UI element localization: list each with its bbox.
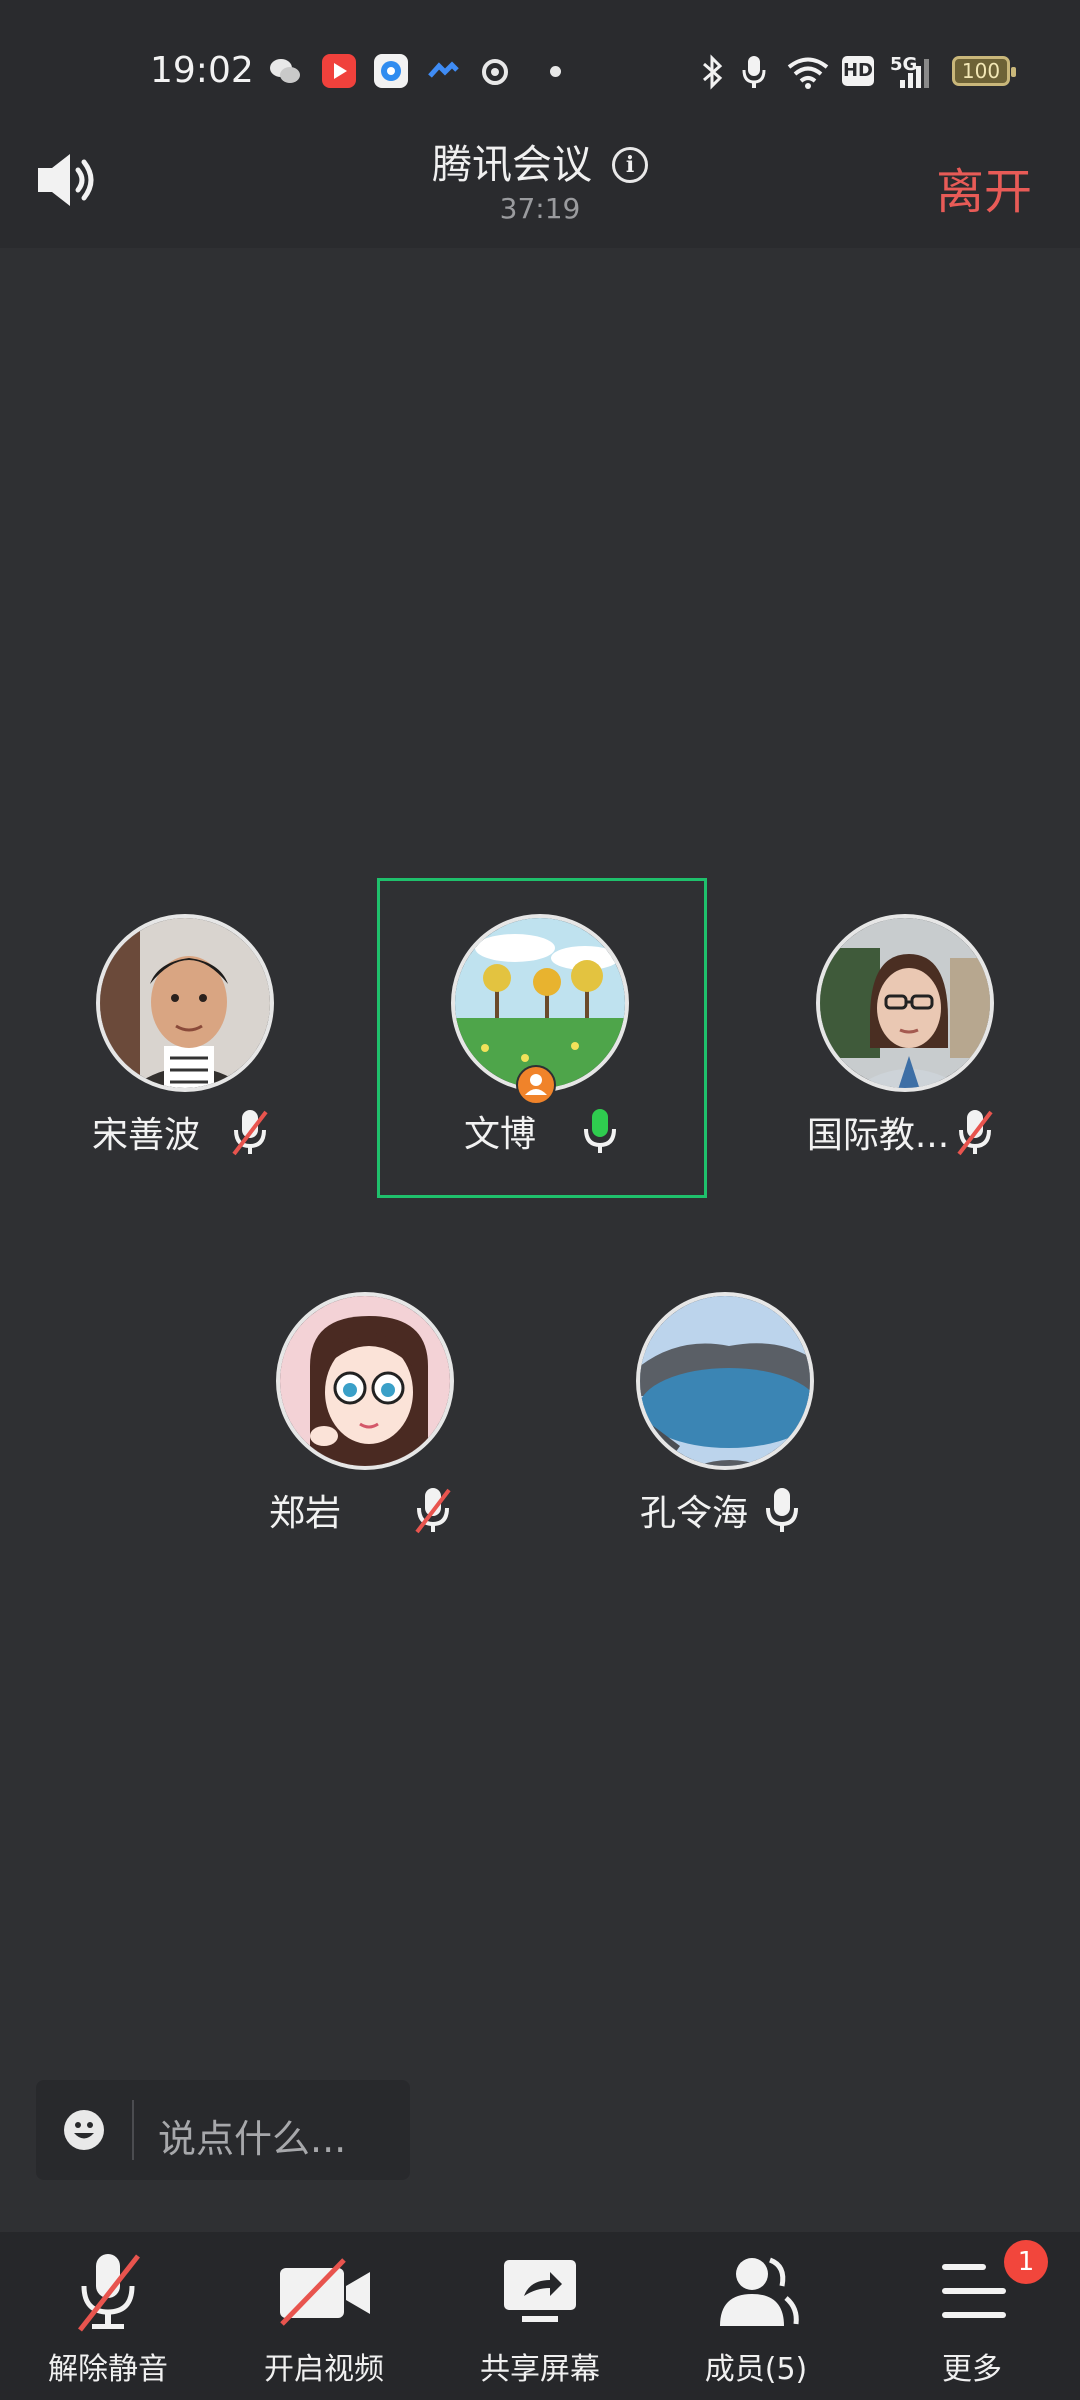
status-bar: 19:02 HD 5G 100 [0, 0, 1080, 140]
participant-name-row: 国际教... [736, 1106, 1066, 1166]
browser-app-icon [374, 54, 408, 88]
chat-input-placeholder[interactable]: 说点什么... [158, 2108, 346, 2163]
info-icon[interactable]: i [612, 147, 648, 183]
leave-button[interactable]: 离开 [936, 152, 1032, 222]
more-notification-badge: 1 [1004, 2240, 1048, 2284]
share-screen-icon [490, 2252, 590, 2332]
mic-speaking-icon [580, 1105, 620, 1157]
participant-tile[interactable]: 郑岩 [196, 1256, 526, 1576]
share-screen-label: 共享屏幕 [480, 2352, 600, 2387]
share-screen-button[interactable]: 共享屏幕 [432, 2232, 648, 2400]
participant-name: 孔令海 [639, 1493, 748, 1534]
meeting-title: 腾讯会议 [432, 142, 592, 188]
hd-icon: HD [842, 56, 874, 86]
host-badge-icon [516, 1065, 556, 1105]
battery-icon: 100 [952, 56, 1016, 86]
microphone-status-icon [740, 54, 768, 98]
participant-name-row: 孔令海 [556, 1484, 886, 1544]
participant-name-row: 宋善波 [16, 1106, 346, 1166]
notification-dot-icon [550, 66, 561, 77]
members-button[interactable]: 成员(5) [648, 2232, 864, 2400]
participant-tile-active[interactable]: 文博 [377, 878, 707, 1198]
video-app-icon [322, 54, 356, 88]
mic-muted-icon [230, 1106, 270, 1158]
unmute-label: 解除静音 [48, 2352, 168, 2387]
mic-muted-icon [58, 2252, 158, 2332]
participant-tile[interactable]: 孔令海 [556, 1256, 886, 1576]
participant-name-row: 郑岩 [196, 1484, 526, 1544]
participant-name-row: 文博 [377, 1105, 707, 1165]
mic-muted-icon [413, 1484, 453, 1536]
meeting-title-row[interactable]: 腾讯会议 i [0, 132, 1080, 190]
meeting-header: 腾讯会议 i 37:19 离开 [0, 120, 1080, 248]
participant-tile[interactable]: 国际教... [736, 878, 1066, 1198]
participant-name: 郑岩 [268, 1493, 341, 1534]
participant-tile[interactable]: 宋善波 [16, 878, 346, 1198]
members-icon [706, 2252, 806, 2332]
start-video-label: 开启视频 [264, 2352, 384, 2387]
unmute-button[interactable]: 解除静音 [0, 2232, 216, 2400]
participant-name: 宋善波 [91, 1115, 200, 1156]
emoji-icon[interactable] [64, 2110, 104, 2150]
start-video-button[interactable]: 开启视频 [216, 2232, 432, 2400]
members-label: 成员(5) [704, 2352, 808, 2387]
wifi-icon [786, 54, 830, 98]
chat-input-bar[interactable]: 说点什么... [36, 2080, 410, 2180]
avatar [276, 1292, 454, 1470]
wechat-icon [268, 54, 302, 88]
uc-browser-icon [478, 54, 512, 88]
meeting-app-icon [426, 54, 460, 88]
participant-name: 文博 [463, 1114, 536, 1155]
meeting-duration: 37:19 [499, 192, 581, 225]
avatar [816, 914, 994, 1092]
participant-name: 国际教... [806, 1115, 950, 1156]
bottom-toolbar: 解除静音 开启视频 共享屏幕 成员(5) 更多 [0, 2232, 1080, 2400]
avatar [96, 914, 274, 1092]
avatar [636, 1292, 814, 1470]
more-label: 更多 [942, 2352, 1002, 2387]
status-time: 19:02 [150, 50, 254, 91]
video-off-icon [274, 2252, 374, 2332]
mic-icon [762, 1484, 802, 1536]
bluetooth-icon [700, 54, 726, 98]
mic-muted-icon [955, 1106, 995, 1158]
chat-divider [132, 2100, 134, 2160]
